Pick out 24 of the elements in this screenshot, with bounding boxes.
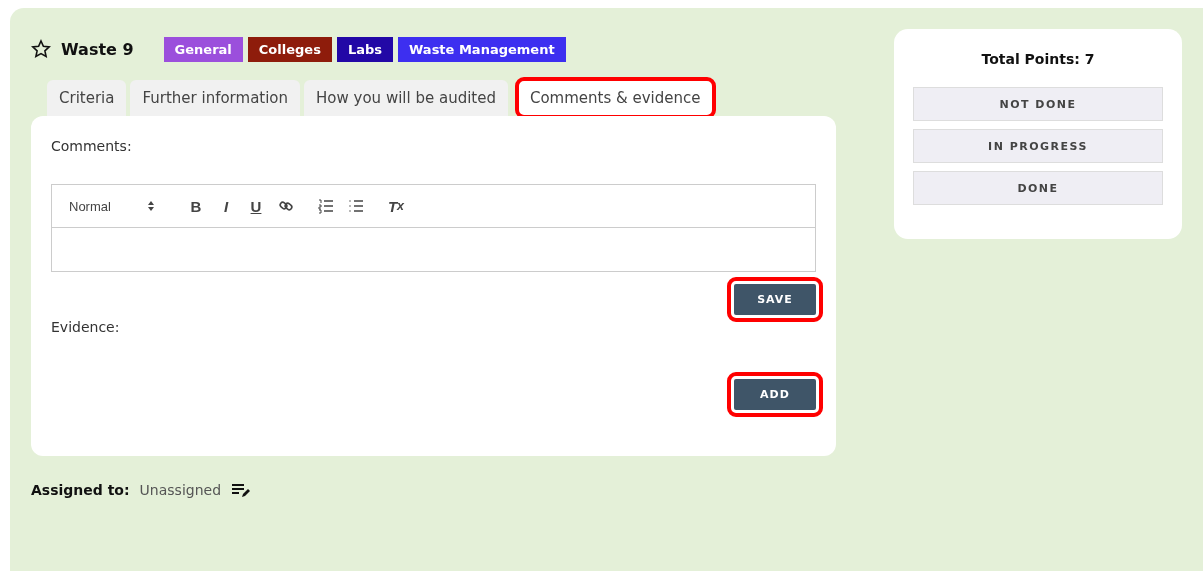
format-select[interactable]: Normal [69,194,181,218]
status-button[interactable]: IN PROGRESS [913,129,1163,163]
category-tag: Labs [336,36,393,62]
tab[interactable]: Further information [130,80,301,116]
tab[interactable]: How you will be audited [304,80,508,116]
item-title: Waste 9 [61,39,134,59]
italic-button[interactable]: I [211,194,241,218]
status-button[interactable]: DONE [913,171,1163,205]
evidence-label: Evidence: [51,319,121,335]
category-tag: General [163,36,243,62]
comments-label: Comments: [51,138,133,154]
edit-list-icon[interactable] [231,482,252,498]
star-icon[interactable] [31,39,51,59]
category-tag: Waste Management [398,36,566,62]
bold-button[interactable]: B [181,194,211,218]
assignee-value: Unassigned [139,482,222,498]
updown-arrows-icon [147,200,155,212]
underline-button[interactable]: U [241,194,271,218]
assigned-label: Assigned to: [31,482,130,498]
tab[interactable]: Comments & evidence [517,80,713,116]
category-tag: Colleges [247,36,332,62]
total-points: Total Points: 7 [980,51,1096,67]
tab[interactable]: Criteria [47,80,127,116]
status-button[interactable]: NOT DONE [913,87,1163,121]
